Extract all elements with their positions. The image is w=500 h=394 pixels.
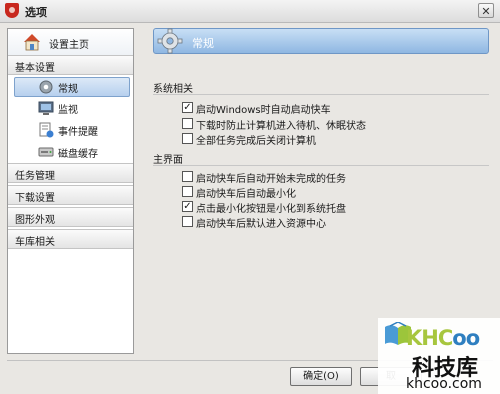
sidebar-item-disk-cache[interactable]: 磁盘缓存: [8, 142, 133, 162]
checkbox[interactable]: [182, 118, 193, 129]
monitor-icon: [38, 101, 54, 115]
sidebar-item-reminder[interactable]: 事件提醒: [8, 120, 133, 140]
app-shield-icon: [5, 3, 19, 18]
option-label: 全部任务完成后关闭计算机: [196, 136, 316, 147]
disk-icon: [38, 147, 54, 157]
gear-icon: [39, 80, 53, 94]
sidebar-item-home[interactable]: 设置主页: [8, 29, 133, 55]
page-header: 常规: [153, 28, 489, 54]
checkbox[interactable]: [182, 171, 193, 182]
option-label: 启动快车后自动最小化: [196, 189, 296, 200]
sidebar-category-appearance[interactable]: 图形外观: [8, 207, 133, 227]
sidebar-category-basic[interactable]: 基本设置: [8, 55, 133, 75]
sidebar-item-label: 事件提醒: [58, 127, 98, 138]
title-bar: 选项 ✕: [0, 0, 500, 23]
option-label: 启动快车后自动开始未完成的任务: [196, 174, 346, 185]
checkbox[interactable]: [182, 216, 193, 227]
sidebar-item-label: 监视: [58, 105, 78, 116]
page-title: 常规: [192, 37, 214, 50]
sidebar-category-label: 车库相关: [15, 237, 55, 248]
checkbox-checked[interactable]: ✓: [182, 102, 193, 113]
reminder-icon: [39, 122, 54, 138]
option-label: 启动Windows时自动启动快车: [196, 105, 331, 116]
ok-button[interactable]: 确定(O): [290, 367, 352, 386]
sidebar-item-label: 设置主页: [49, 40, 89, 51]
section-divider: [153, 94, 489, 95]
sidebar-item-monitor[interactable]: 监视: [8, 98, 133, 118]
home-icon: [24, 34, 40, 51]
option-label: 点击最小化按钮是小化到系统托盘: [196, 204, 346, 215]
sidebar-category-label: 任务管理: [15, 171, 55, 182]
window-title: 选项: [25, 6, 47, 19]
sidebar-category-tasks[interactable]: 任务管理: [8, 163, 133, 183]
sidebar: 设置主页 基本设置 常规 监视 事件提醒 磁盘缓存 任务管理 下载设置 图形外观…: [7, 28, 134, 354]
checkbox-checked[interactable]: ✓: [182, 201, 193, 212]
option-label: 下载时防止计算机进入待机、休眠状态: [196, 121, 366, 132]
watermark-url: khcoo.com: [406, 376, 482, 392]
checkbox[interactable]: [182, 186, 193, 197]
close-button[interactable]: ✕: [478, 3, 494, 18]
option-label: 启动快车后默认进入资源中心: [196, 219, 326, 230]
gear-icon: [157, 28, 183, 54]
section-title-main-ui: 主界面: [153, 155, 183, 166]
sidebar-category-download[interactable]: 下载设置: [8, 185, 133, 205]
sidebar-category-label: 图形外观: [15, 215, 55, 226]
sidebar-category-label: 下载设置: [15, 193, 55, 204]
sidebar-category-label: 基本设置: [15, 63, 55, 74]
sidebar-category-garage[interactable]: 车库相关: [8, 229, 133, 249]
watermark-brand: KHCoo: [406, 326, 480, 350]
watermark: KHCoo 科技库 khcoo.com: [378, 318, 500, 394]
section-divider: [153, 165, 489, 166]
checkbox[interactable]: [182, 133, 193, 144]
section-title-system: 系统相关: [153, 84, 193, 95]
sidebar-item-label: 磁盘缓存: [58, 149, 98, 160]
sidebar-item-label: 常规: [58, 84, 78, 95]
sidebar-item-general[interactable]: 常规: [8, 77, 133, 97]
